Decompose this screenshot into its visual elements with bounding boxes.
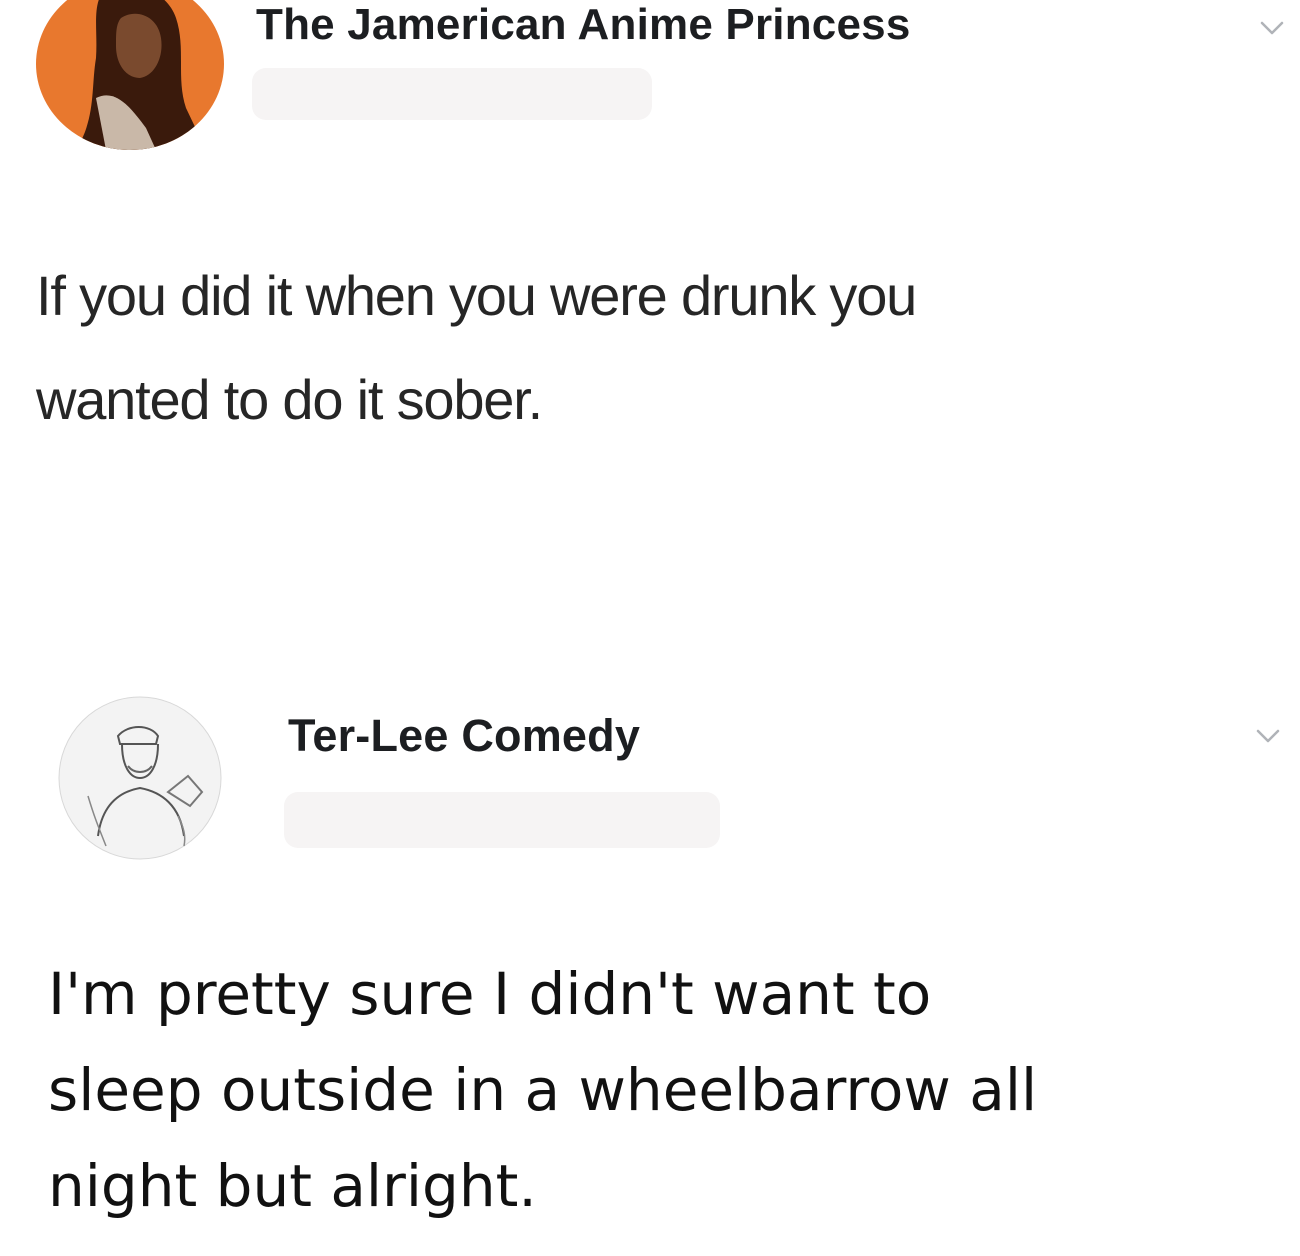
sketch-profile-avatar-icon [58, 696, 222, 860]
post-options-button[interactable] [1250, 722, 1286, 750]
profile-photo-avatar-icon [36, 0, 224, 150]
author-avatar[interactable] [36, 0, 224, 150]
post-card-2: Ter-Lee Comedy I'm pretty sure I didn't … [0, 680, 1300, 1256]
author-avatar[interactable] [58, 696, 222, 860]
author-name[interactable]: Ter-Lee Comedy [288, 710, 640, 762]
post-card-1: The Jamerican Anime Princess If you did … [0, 0, 1300, 640]
post-body-text: I'm pretty sure I didn't want to sleep o… [48, 960, 1038, 1220]
post-options-button[interactable] [1254, 14, 1290, 42]
chevron-down-icon [1256, 729, 1280, 743]
redacted-metadata [284, 792, 720, 848]
redacted-metadata [252, 68, 652, 120]
chevron-down-icon [1260, 21, 1284, 35]
post-body-text: If you did it when you were drunk you wa… [36, 264, 917, 431]
author-name[interactable]: The Jamerican Anime Princess [256, 0, 911, 50]
